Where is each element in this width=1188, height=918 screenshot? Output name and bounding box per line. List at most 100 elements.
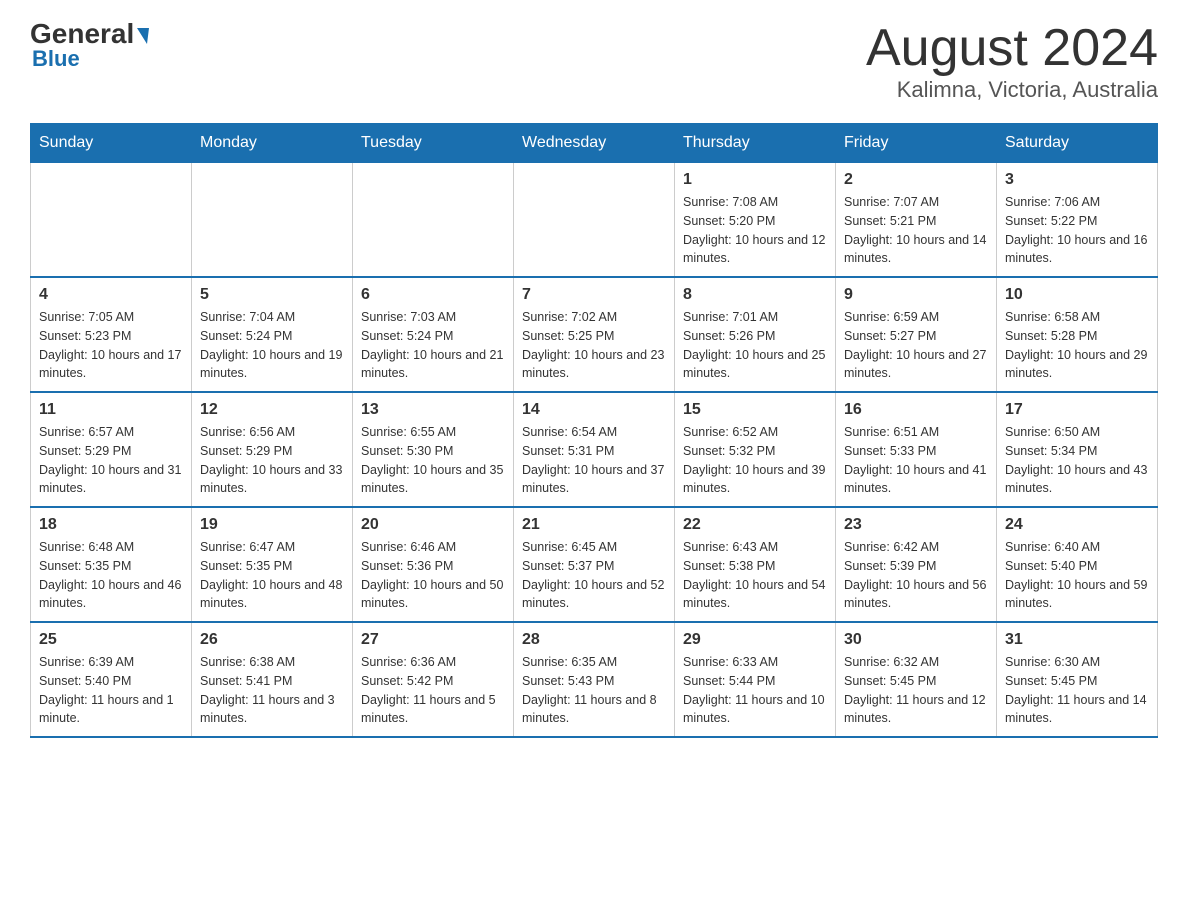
- calendar-week-5: 25 Sunrise: 6:39 AMSunset: 5:40 PMDayligh…: [31, 622, 1158, 737]
- calendar-cell: 25 Sunrise: 6:39 AMSunset: 5:40 PMDayligh…: [31, 622, 192, 737]
- day-number: 17: [1005, 401, 1149, 419]
- logo-blue-text: Blue: [30, 46, 80, 72]
- calendar-cell: 31 Sunrise: 6:30 AMSunset: 5:45 PMDayligh…: [997, 622, 1158, 737]
- page-header: General Blue August 2024 Kalimna, Victor…: [30, 20, 1158, 103]
- calendar-cell: 7Sunrise: 7:02 AMSunset: 5:25 PMDaylight…: [514, 277, 675, 392]
- calendar-cell: 20 Sunrise: 6:46 AMSunset: 5:36 PMDayligh…: [353, 507, 514, 622]
- day-info: Sunrise: 7:06 AMSunset: 5:22 PMDaylight:…: [1005, 193, 1149, 268]
- day-info: Sunrise: 7:07 AMSunset: 5:21 PMDaylight:…: [844, 193, 988, 268]
- day-number: 23: [844, 516, 988, 534]
- day-number: 14: [522, 401, 666, 419]
- day-info: Sunrise: 6:55 AMSunset: 5:30 PMDaylight:…: [361, 423, 505, 498]
- calendar-cell: 28Sunrise: 6:35 AMSunset: 5:43 PMDayligh…: [514, 622, 675, 737]
- calendar-cell: [192, 163, 353, 278]
- logo: General Blue: [30, 20, 149, 72]
- calendar-cell: 2 Sunrise: 7:07 AMSunset: 5:21 PMDaylight…: [836, 163, 997, 278]
- day-info: Sunrise: 6:45 AMSunset: 5:37 PMDaylight:…: [522, 538, 666, 613]
- weekday-header-thursday: Thursday: [675, 124, 836, 163]
- day-number: 27: [361, 631, 505, 649]
- day-info: Sunrise: 6:36 AMSunset: 5:42 PMDaylight:…: [361, 653, 505, 728]
- day-number: 9: [844, 286, 988, 304]
- weekday-header-wednesday: Wednesday: [514, 124, 675, 163]
- calendar-week-2: 4 Sunrise: 7:05 AMSunset: 5:23 PMDaylight…: [31, 277, 1158, 392]
- day-info: Sunrise: 6:38 AMSunset: 5:41 PMDaylight:…: [200, 653, 344, 728]
- day-info: Sunrise: 6:58 AMSunset: 5:28 PMDaylight:…: [1005, 308, 1149, 383]
- day-info: Sunrise: 6:48 AMSunset: 5:35 PMDaylight:…: [39, 538, 183, 613]
- day-number: 1: [683, 171, 827, 189]
- calendar-cell: 18 Sunrise: 6:48 AMSunset: 5:35 PMDayligh…: [31, 507, 192, 622]
- day-info: Sunrise: 7:04 AMSunset: 5:24 PMDaylight:…: [200, 308, 344, 383]
- day-info: Sunrise: 6:30 AMSunset: 5:45 PMDaylight:…: [1005, 653, 1149, 728]
- calendar-cell: 26 Sunrise: 6:38 AMSunset: 5:41 PMDayligh…: [192, 622, 353, 737]
- day-info: Sunrise: 6:33 AMSunset: 5:44 PMDaylight:…: [683, 653, 827, 728]
- day-number: 15: [683, 401, 827, 419]
- calendar-cell: 13Sunrise: 6:55 AMSunset: 5:30 PMDayligh…: [353, 392, 514, 507]
- day-number: 16: [844, 401, 988, 419]
- day-number: 6: [361, 286, 505, 304]
- day-info: Sunrise: 7:08 AMSunset: 5:20 PMDaylight:…: [683, 193, 827, 268]
- calendar-cell: 30 Sunrise: 6:32 AMSunset: 5:45 PMDayligh…: [836, 622, 997, 737]
- weekday-header-friday: Friday: [836, 124, 997, 163]
- day-info: Sunrise: 6:56 AMSunset: 5:29 PMDaylight:…: [200, 423, 344, 498]
- day-info: Sunrise: 6:51 AMSunset: 5:33 PMDaylight:…: [844, 423, 988, 498]
- calendar-cell: 23Sunrise: 6:42 AMSunset: 5:39 PMDayligh…: [836, 507, 997, 622]
- day-info: Sunrise: 7:05 AMSunset: 5:23 PMDaylight:…: [39, 308, 183, 383]
- calendar-cell: [31, 163, 192, 278]
- page-title: August 2024: [866, 20, 1158, 77]
- day-info: Sunrise: 6:39 AMSunset: 5:40 PMDaylight:…: [39, 653, 183, 728]
- day-info: Sunrise: 7:03 AMSunset: 5:24 PMDaylight:…: [361, 308, 505, 383]
- day-info: Sunrise: 6:50 AMSunset: 5:34 PMDaylight:…: [1005, 423, 1149, 498]
- day-info: Sunrise: 6:47 AMSunset: 5:35 PMDaylight:…: [200, 538, 344, 613]
- day-number: 10: [1005, 286, 1149, 304]
- day-info: Sunrise: 6:43 AMSunset: 5:38 PMDaylight:…: [683, 538, 827, 613]
- weekday-header-saturday: Saturday: [997, 124, 1158, 163]
- page-subtitle: Kalimna, Victoria, Australia: [866, 77, 1158, 103]
- calendar-cell: 19Sunrise: 6:47 AMSunset: 5:35 PMDayligh…: [192, 507, 353, 622]
- day-number: 21: [522, 516, 666, 534]
- calendar-header-row: SundayMondayTuesdayWednesdayThursdayFrid…: [31, 124, 1158, 163]
- day-number: 28: [522, 631, 666, 649]
- weekday-header-tuesday: Tuesday: [353, 124, 514, 163]
- calendar-cell: [353, 163, 514, 278]
- day-number: 12: [200, 401, 344, 419]
- weekday-header-monday: Monday: [192, 124, 353, 163]
- day-info: Sunrise: 7:01 AMSunset: 5:26 PMDaylight:…: [683, 308, 827, 383]
- calendar-week-1: 1 Sunrise: 7:08 AMSunset: 5:20 PMDaylight…: [31, 163, 1158, 278]
- calendar-cell: 4 Sunrise: 7:05 AMSunset: 5:23 PMDaylight…: [31, 277, 192, 392]
- calendar-cell: 5 Sunrise: 7:04 AMSunset: 5:24 PMDaylight…: [192, 277, 353, 392]
- calendar-cell: 17 Sunrise: 6:50 AMSunset: 5:34 PMDayligh…: [997, 392, 1158, 507]
- day-info: Sunrise: 6:59 AMSunset: 5:27 PMDaylight:…: [844, 308, 988, 383]
- day-number: 30: [844, 631, 988, 649]
- day-info: Sunrise: 6:46 AMSunset: 5:36 PMDaylight:…: [361, 538, 505, 613]
- calendar-cell: 16 Sunrise: 6:51 AMSunset: 5:33 PMDayligh…: [836, 392, 997, 507]
- day-number: 11: [39, 401, 183, 419]
- calendar-cell: 10 Sunrise: 6:58 AMSunset: 5:28 PMDayligh…: [997, 277, 1158, 392]
- day-number: 25: [39, 631, 183, 649]
- logo-general-text: General: [30, 20, 149, 48]
- day-info: Sunrise: 6:54 AMSunset: 5:31 PMDaylight:…: [522, 423, 666, 498]
- day-number: 5: [200, 286, 344, 304]
- title-area: August 2024 Kalimna, Victoria, Australia: [866, 20, 1158, 103]
- day-number: 22: [683, 516, 827, 534]
- day-number: 20: [361, 516, 505, 534]
- day-number: 31: [1005, 631, 1149, 649]
- day-number: 8: [683, 286, 827, 304]
- calendar-week-3: 11 Sunrise: 6:57 AMSunset: 5:29 PMDayligh…: [31, 392, 1158, 507]
- calendar-cell: 8 Sunrise: 7:01 AMSunset: 5:26 PMDaylight…: [675, 277, 836, 392]
- calendar-cell: 1 Sunrise: 7:08 AMSunset: 5:20 PMDaylight…: [675, 163, 836, 278]
- calendar-cell: 11 Sunrise: 6:57 AMSunset: 5:29 PMDayligh…: [31, 392, 192, 507]
- day-number: 18: [39, 516, 183, 534]
- calendar-cell: 21 Sunrise: 6:45 AMSunset: 5:37 PMDayligh…: [514, 507, 675, 622]
- day-number: 29: [683, 631, 827, 649]
- day-number: 4: [39, 286, 183, 304]
- calendar-cell: 9 Sunrise: 6:59 AMSunset: 5:27 PMDaylight…: [836, 277, 997, 392]
- calendar-week-4: 18 Sunrise: 6:48 AMSunset: 5:35 PMDayligh…: [31, 507, 1158, 622]
- calendar-cell: 3Sunrise: 7:06 AMSunset: 5:22 PMDaylight…: [997, 163, 1158, 278]
- calendar-table: SundayMondayTuesdayWednesdayThursdayFrid…: [30, 123, 1158, 738]
- calendar-cell: [514, 163, 675, 278]
- day-info: Sunrise: 6:32 AMSunset: 5:45 PMDaylight:…: [844, 653, 988, 728]
- calendar-cell: 6 Sunrise: 7:03 AMSunset: 5:24 PMDaylight…: [353, 277, 514, 392]
- day-info: Sunrise: 6:57 AMSunset: 5:29 PMDaylight:…: [39, 423, 183, 498]
- day-number: 26: [200, 631, 344, 649]
- day-number: 2: [844, 171, 988, 189]
